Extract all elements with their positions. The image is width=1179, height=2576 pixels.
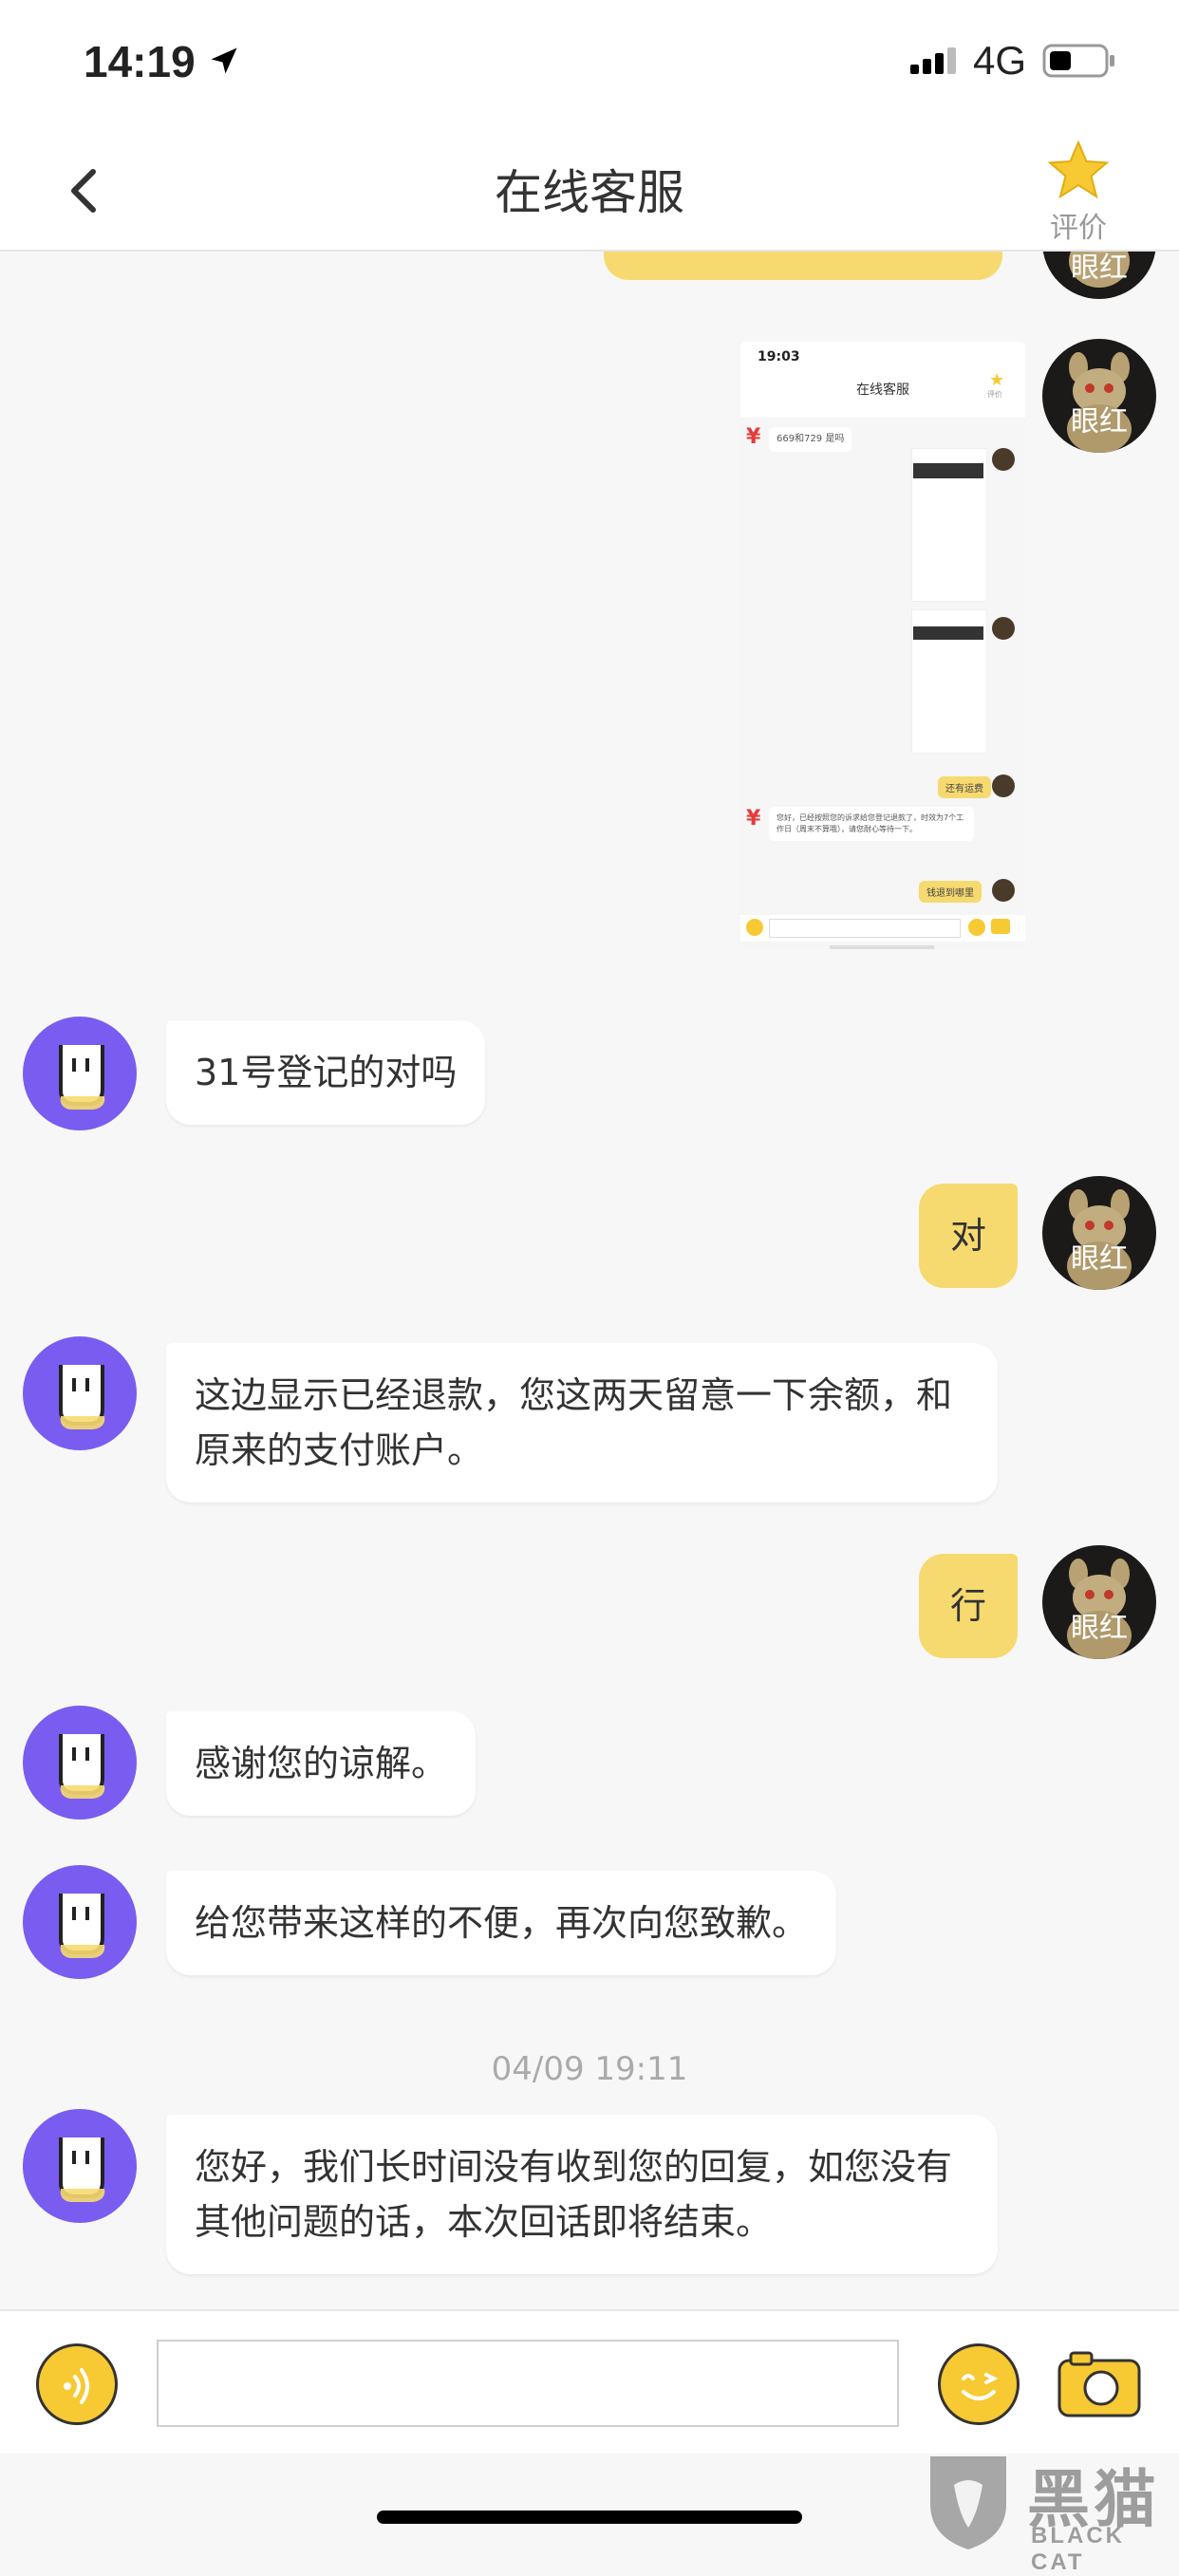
screenshot-avatar [992,448,1015,471]
battery-icon [1042,44,1114,78]
user-nickname: 眼红 [1071,252,1128,285]
screenshot-emoji-icon [968,919,985,936]
user-message: 对 [919,1184,1018,1288]
bot-avatar [23,1017,137,1130]
watermark-sub: BLACK CAT [1031,2523,1125,2575]
network-label: 4G [973,38,1027,83]
star-icon [1047,140,1110,199]
screenshot-title: 在线客服 [856,383,909,398]
screenshot-avatar [992,617,1015,640]
screenshot-tag: 还有运费 [938,776,991,798]
screenshot-bot-icon: ¥ [746,425,761,449]
message-input[interactable] [157,2340,899,2427]
user-avatar: 眼红 [1042,252,1156,299]
user-message: 行 [919,1554,1018,1658]
rock-hand-icon [59,1894,105,1958]
screenshot-msg: 669和729 是吗 [769,427,852,452]
screenshot-reply: 您好，已经按照您的诉求给您登记退款了，时效为7个工作日（周末不算哦），请您耐心等… [769,807,974,841]
signal-icon [910,47,956,74]
bot-message: 31号登记的对吗 [166,1020,486,1125]
bot-message: 感谢您的谅解。 [166,1711,477,1816]
bot-avatar [23,1706,137,1820]
screenshot-voice-icon [746,919,763,936]
screenshot-avatar [992,775,1015,797]
home-indicator [377,2511,802,2524]
screenshot-star-icon: ★ [989,370,1005,390]
input-bar [0,2309,1179,2454]
black-cat-shield-logo [930,2456,1006,2549]
rock-hand-icon [59,2137,105,2202]
black-cat-watermark: 黑猫 BLACK CAT [921,2447,1179,2575]
user-avatar: 眼红 [1042,1176,1156,1290]
screenshot-bot-icon: ¥ [746,807,761,831]
rock-hand-icon [59,1734,105,1799]
image-message[interactable]: 19:03 在线客服 ★ 评价 ¥ 669和729 是吗 还有运费 ¥ 您好，已… [740,342,1025,949]
user-nickname: 眼红 [1071,1612,1128,1645]
screenshot-time: 19:03 [758,349,800,364]
camera-button[interactable] [1054,2345,1145,2421]
status-bar: 14:19 4G [0,0,1179,128]
bot-message: 您好，我们长时间没有收到您的回复，如您没有其他问题的话，本次回话即将结束。 [166,2115,998,2274]
location-arrow-icon [211,47,237,74]
screenshot-home-indicator [830,945,934,949]
cut-off-bubble [604,252,1002,280]
user-nickname: 眼红 [1071,405,1128,439]
screenshot-camera-icon [991,919,1010,934]
rate-label: 评价 [1050,212,1107,245]
bot-avatar [23,2109,137,2223]
voice-icon [64,2368,89,2404]
screenshot-rate-label: 评价 [987,390,1002,399]
bot-message: 给您带来这样的不便，再次向您致歉。 [166,1871,837,1975]
screenshot-card-banner [913,626,983,640]
bot-avatar [23,1865,137,1979]
smile-icon [962,2373,999,2400]
status-time: 14:19 [84,37,196,86]
screenshot-input [769,919,961,938]
emoji-button[interactable] [938,2343,1020,2425]
screenshot-avatar [992,879,1015,902]
chat-timestamp: 04/09 19:11 [491,2050,688,2088]
page-title: 在线客服 [495,165,684,220]
rate-button[interactable]: 评价 [1035,138,1122,252]
chat-area[interactable]: 眼红 眼红 19:03 在线客服 ★ 评价 ¥ 669和729 是吗 还有运费 … [0,252,1179,2309]
rock-hand-icon [59,1045,105,1110]
nav-bar: 在线客服 评价 [0,128,1179,252]
bot-avatar [23,1336,137,1450]
user-avatar: 眼红 [1042,339,1156,453]
rock-hand-icon [59,1365,105,1429]
camera-icon [1057,2351,1141,2417]
bot-message: 这边显示已经退款，您这两天留意一下余额，和原来的支付账户。 [166,1343,998,1503]
user-nickname: 眼红 [1071,1242,1128,1276]
screenshot-tag: 钱退到哪里 [919,881,982,903]
voice-button[interactable] [36,2343,118,2425]
screenshot-card-banner [913,463,983,478]
user-avatar: 眼红 [1042,1545,1156,1659]
